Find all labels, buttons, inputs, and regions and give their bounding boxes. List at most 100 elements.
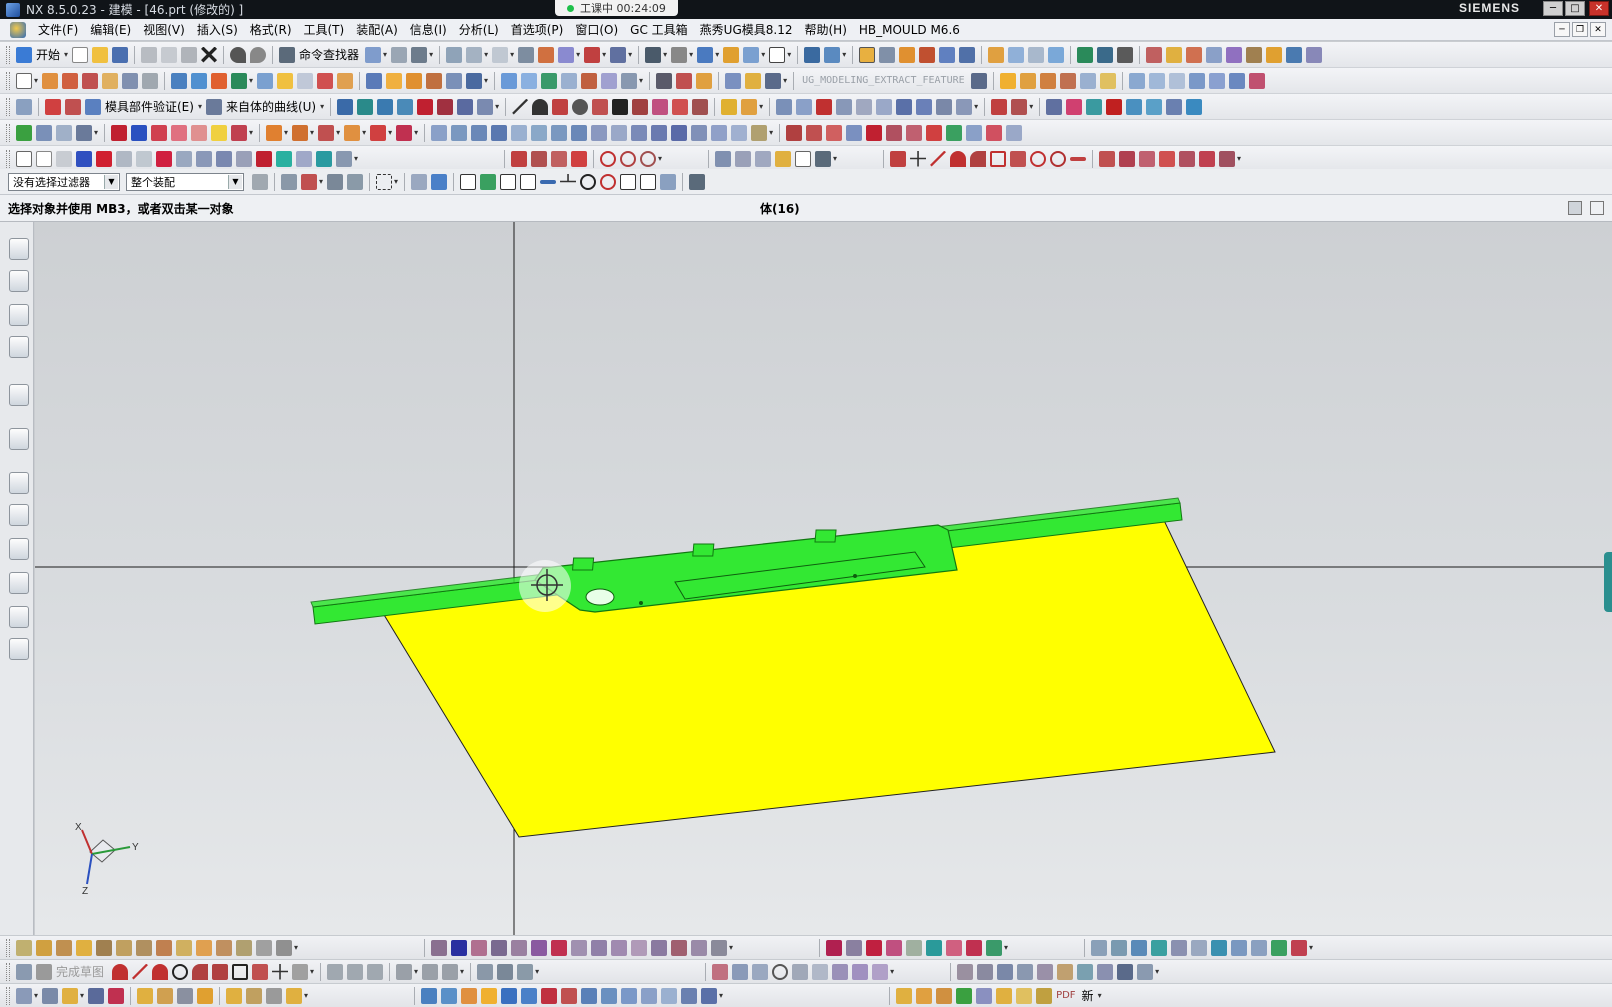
bt3-icon-a[interactable] xyxy=(16,987,32,1004)
bottom-icon-b[interactable] xyxy=(36,939,52,956)
doc-minimize-button[interactable]: ─ xyxy=(1554,22,1570,37)
bottom-icon-y[interactable] xyxy=(651,939,668,956)
bottom-icon-ah[interactable] xyxy=(946,939,963,956)
bracket-hole[interactable] xyxy=(585,588,615,606)
undo-icon[interactable] xyxy=(230,46,247,63)
standard-part-icon-d[interactable] xyxy=(491,124,508,141)
toolbar-grip[interactable] xyxy=(6,986,10,1005)
tool-icon-r[interactable] xyxy=(1166,98,1183,115)
bottom-icon-c[interactable] xyxy=(56,939,72,956)
toolbar-grip[interactable] xyxy=(6,149,10,168)
analysis-icon-k[interactable] xyxy=(936,98,953,115)
mold-part-verify-menu[interactable]: 模具部件验证(E) xyxy=(105,98,194,115)
sketch-icon[interactable] xyxy=(16,72,32,89)
bottom-icon-m[interactable] xyxy=(256,939,272,956)
toolbar-grip[interactable] xyxy=(6,123,10,142)
bottom-icon-ap[interactable] xyxy=(1191,939,1208,956)
drafting-icon-b[interactable] xyxy=(735,150,752,167)
standard-part-icon-j[interactable] xyxy=(611,124,628,141)
surface-icon-j[interactable] xyxy=(696,72,713,89)
synchronous-icon-e[interactable] xyxy=(1079,72,1096,89)
bt3-icon-aa[interactable] xyxy=(681,987,698,1004)
snap-icon-b[interactable] xyxy=(480,173,497,190)
assembly-icon-i[interactable] xyxy=(1028,46,1045,63)
annotation-icon-g[interactable] xyxy=(1077,963,1094,980)
bt3-icon-aj[interactable] xyxy=(1036,987,1053,1004)
edit-icon-b[interactable] xyxy=(56,124,72,141)
nx-menu-icon[interactable] xyxy=(10,21,26,38)
bottom-icon-p[interactable] xyxy=(471,939,488,956)
edit-icon-a[interactable] xyxy=(36,124,52,141)
tool-icon-q[interactable] xyxy=(1146,98,1163,115)
bt3-icon-r[interactable] xyxy=(501,987,518,1004)
filter-icon-g[interactable] xyxy=(431,173,448,190)
unite-icon[interactable] xyxy=(171,72,188,89)
utility-icon-h[interactable] xyxy=(156,150,172,167)
bottom-icon-t[interactable] xyxy=(551,939,568,956)
color-icon-g[interactable] xyxy=(231,124,248,141)
bottom-icon-ab[interactable] xyxy=(711,939,728,956)
command-finder-icon[interactable] xyxy=(279,46,296,63)
bottom-line-icon[interactable] xyxy=(132,963,149,980)
bottom-constraint-icon[interactable] xyxy=(396,963,413,980)
chevron-down-icon[interactable]: ▼ xyxy=(228,174,242,189)
feature-icon-d[interactable] xyxy=(426,72,443,89)
assembly-icon-j[interactable] xyxy=(1048,46,1065,63)
sketch-curve-icon-a[interactable] xyxy=(511,150,528,167)
bottom-icon-am[interactable] xyxy=(1131,939,1148,956)
bt3-icon-z[interactable] xyxy=(661,987,678,1004)
drafting-view-icon-g[interactable] xyxy=(832,963,849,980)
bottom-icon-d[interactable] xyxy=(76,939,92,956)
bt3-icon-ab[interactable] xyxy=(701,987,718,1004)
trim-curve-icon[interactable] xyxy=(692,98,709,115)
menu-preferences[interactable]: 首选项(P) xyxy=(505,21,570,38)
menu-window[interactable]: 窗口(O) xyxy=(569,21,624,38)
surface-icon-i[interactable] xyxy=(676,72,693,89)
sketch-circle-icon[interactable] xyxy=(1030,150,1047,167)
filter-icon-c[interactable] xyxy=(301,173,317,190)
drafting-icon-a[interactable] xyxy=(715,150,732,167)
surface-icon-f[interactable] xyxy=(601,72,618,89)
cut-icon[interactable] xyxy=(141,46,158,63)
chevron-down-icon[interactable]: ▼ xyxy=(104,174,118,189)
color-icon-d[interactable] xyxy=(171,124,188,141)
shell-icon[interactable] xyxy=(317,72,334,89)
analysis-icon-m[interactable] xyxy=(991,98,1008,115)
snap-endpoint-icon[interactable] xyxy=(500,173,517,190)
assembly-icon-f[interactable] xyxy=(959,46,976,63)
color-icon-a[interactable] xyxy=(111,124,128,141)
save-icon[interactable] xyxy=(112,46,129,63)
drafting-view-icon-f[interactable] xyxy=(812,963,829,980)
selection-scope-select[interactable]: 整个装配 ▼ xyxy=(126,172,244,191)
electrode-icon-a[interactable] xyxy=(786,124,803,141)
toolbar-grip[interactable] xyxy=(6,97,10,116)
tool-icon-o[interactable] xyxy=(1106,98,1123,115)
layer-icon-h[interactable] xyxy=(477,98,494,115)
text-icon[interactable] xyxy=(612,98,629,115)
bottom-icon-au[interactable] xyxy=(1291,939,1308,956)
bottom-offset-icon[interactable] xyxy=(292,963,309,980)
bottom-arc-icon[interactable] xyxy=(152,963,169,980)
bottom-icon-u[interactable] xyxy=(571,939,588,956)
command-finder-button[interactable]: 命令查找器 xyxy=(299,46,359,63)
boss-icon[interactable] xyxy=(102,72,119,89)
bottom-icon-s[interactable] xyxy=(531,939,548,956)
delete-icon[interactable] xyxy=(201,46,218,63)
bt3-icon-ae[interactable] xyxy=(936,987,953,1004)
standard-part-icon-b[interactable] xyxy=(451,124,468,141)
finish-sketch-button[interactable]: 完成草图 xyxy=(56,963,104,980)
tool-icon-l[interactable] xyxy=(1046,98,1063,115)
synchronous-icon-m[interactable] xyxy=(1248,72,1265,89)
drafting-icon-c[interactable] xyxy=(755,150,772,167)
cad-icon[interactable] xyxy=(451,939,468,956)
bt3-icon-w[interactable] xyxy=(601,987,618,1004)
standard-part-icon-c[interactable] xyxy=(471,124,488,141)
bottom-icon-ag[interactable] xyxy=(926,939,943,956)
bt3-icon-ai[interactable] xyxy=(1016,987,1033,1004)
model-view[interactable]: X Y Z xyxy=(35,222,1612,935)
bottom-icon-aa[interactable] xyxy=(691,939,708,956)
analysis-icon-a[interactable] xyxy=(721,98,738,115)
bt3-icon-m[interactable] xyxy=(286,987,303,1004)
analysis-icon-h[interactable] xyxy=(876,98,893,115)
drafting-icon-d[interactable] xyxy=(775,150,792,167)
